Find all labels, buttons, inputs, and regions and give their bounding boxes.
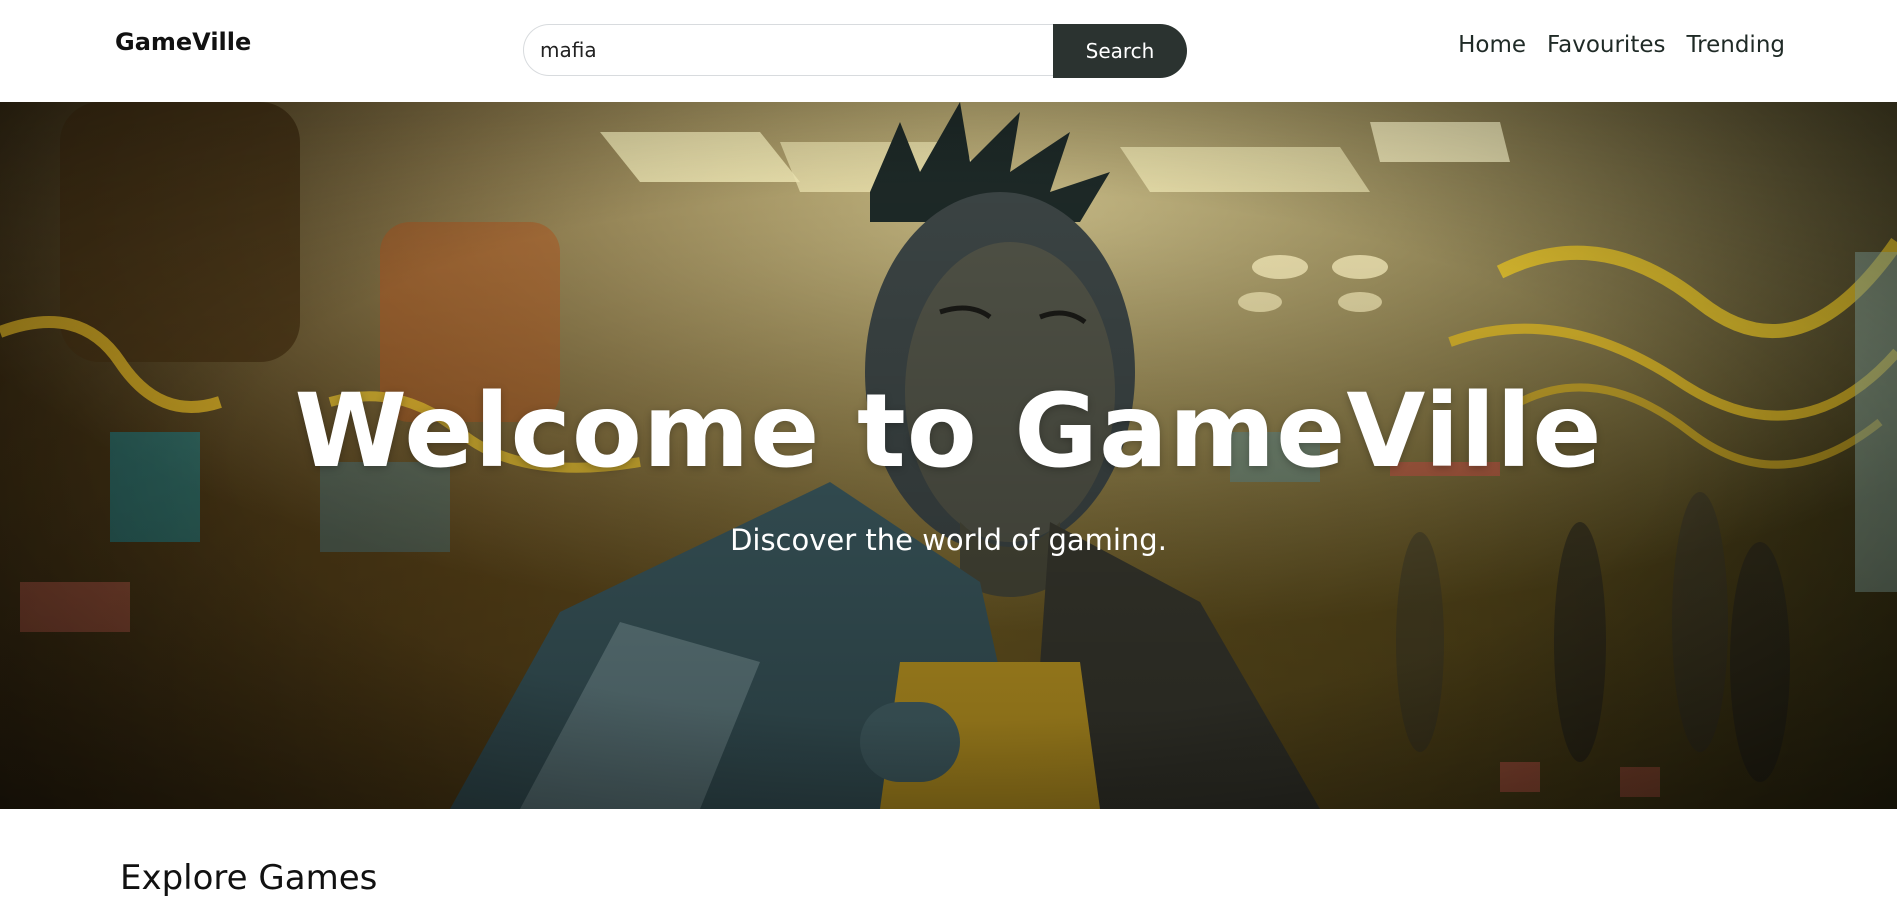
brand-logo[interactable]: GameVille — [115, 28, 251, 56]
nav-home-link[interactable]: Home — [1458, 32, 1526, 58]
hero-banner: Welcome to GameVille Discover the world … — [0, 102, 1897, 809]
nav-trending-link[interactable]: Trending — [1686, 32, 1785, 58]
search-bar: Search — [523, 24, 1187, 78]
hero-subtitle: Discover the world of gaming. — [730, 523, 1167, 557]
nav-links: Home Favourites Trending — [1458, 32, 1785, 58]
hero-title: Welcome to GameVille — [294, 372, 1603, 491]
explore-games-heading: Explore Games — [120, 858, 378, 898]
search-button[interactable]: Search — [1053, 24, 1187, 78]
top-navbar: GameVille Search Home Favourites Trendin… — [0, 0, 1897, 102]
search-input[interactable] — [523, 24, 1055, 76]
nav-favourites-link[interactable]: Favourites — [1547, 32, 1665, 58]
